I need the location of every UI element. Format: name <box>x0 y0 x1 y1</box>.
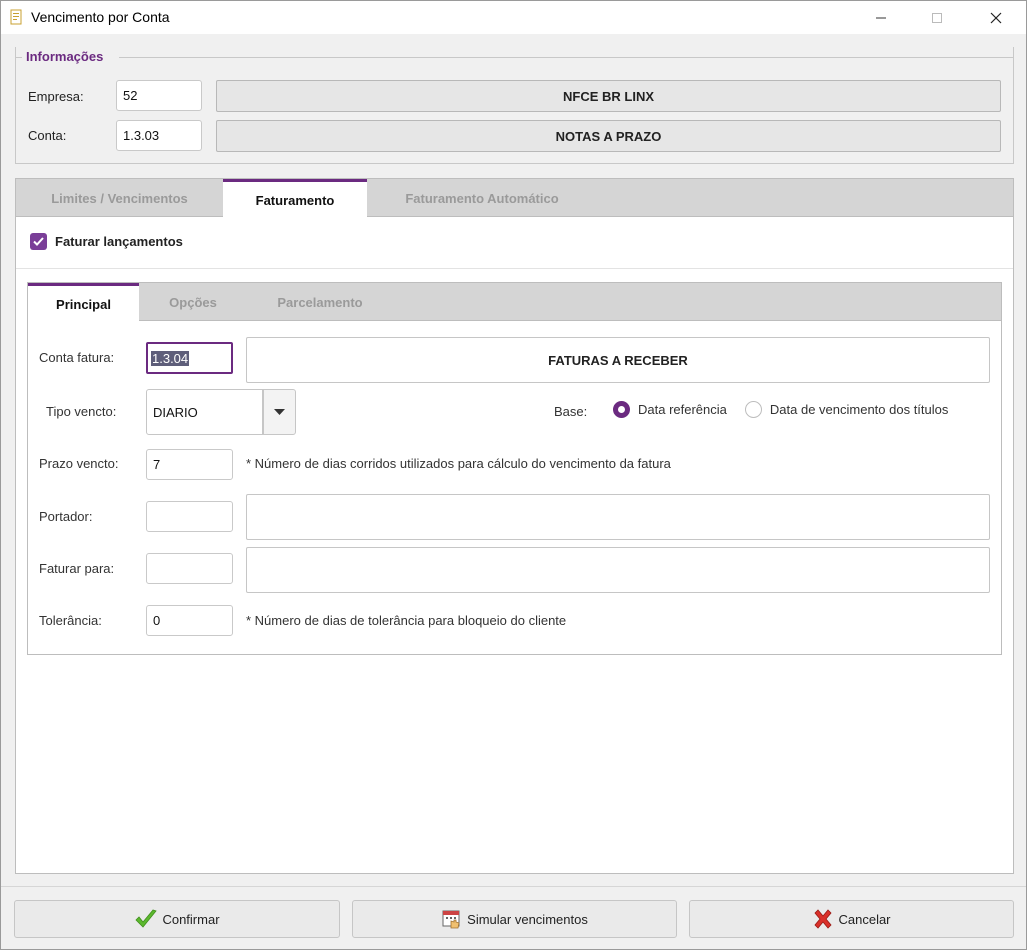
minimize-button[interactable] <box>858 1 904 34</box>
chevron-down-icon <box>274 409 285 415</box>
confirmar-label: Confirmar <box>162 911 220 927</box>
conta-name-display: NOTAS A PRAZO <box>216 120 1001 152</box>
radio-data-vencimento-titulos[interactable] <box>744 401 762 418</box>
tipo-vencto-select[interactable]: DIARIO <box>146 389 263 435</box>
prazo-vencto-label: Prazo vencto: <box>39 456 119 471</box>
document-icon <box>10 9 22 25</box>
maximize-icon <box>932 12 942 23</box>
separator <box>16 268 1013 269</box>
empresa-label: Empresa: <box>28 89 84 104</box>
tipo-vencto-label: Tipo vencto: <box>46 404 117 419</box>
tolerancia-label: Tolerância: <box>39 613 102 628</box>
info-group-title: Informações <box>26 49 104 64</box>
cancelar-label: Cancelar <box>838 911 891 927</box>
portador-name-display <box>246 494 990 540</box>
simular-vencimentos-label: Simular vencimentos <box>467 911 588 927</box>
confirmar-button[interactable]: Confirmar <box>14 900 340 938</box>
faturar-para-name-display <box>246 547 990 593</box>
window-title: Vencimento por Conta <box>31 9 170 25</box>
empresa-code-input[interactable]: 52 <box>116 80 202 111</box>
maximize-button[interactable] <box>914 1 960 34</box>
conta-fatura-code-text: 1.3.04 <box>151 350 190 366</box>
groupbox-border <box>15 57 16 164</box>
outer-tab-control: Limites / Vencimentos Faturamento Fatura… <box>15 178 1014 874</box>
conta-fatura-name-display: FATURAS A RECEBER <box>246 337 990 383</box>
close-icon <box>990 12 1002 23</box>
tab-faturamento[interactable]: Faturamento <box>223 179 367 218</box>
faturar-lancamentos-label: Faturar lançamentos <box>55 234 183 249</box>
base-radio-group: Data referência Data de vencimento dos t… <box>613 401 948 418</box>
calendar-hand-icon <box>441 908 463 930</box>
outer-tabstrip: Limites / Vencimentos Faturamento Fatura… <box>16 179 1013 218</box>
portador-label: Portador: <box>39 509 93 524</box>
tipo-vencto-dropdown-button[interactable] <box>263 389 296 435</box>
faturar-para-code-input[interactable] <box>146 553 233 584</box>
cancel-x-icon <box>812 908 834 930</box>
conta-fatura-code-input[interactable]: 1.3.04 <box>146 342 233 374</box>
inner-tabstrip: Principal Opções Parcelamento <box>28 283 1001 322</box>
empresa-name-display: NFCE BR LINX <box>216 80 1001 112</box>
checkbox-checked[interactable] <box>30 233 47 250</box>
cancelar-button[interactable]: Cancelar <box>689 900 1014 938</box>
inner-tab-control: Principal Opções Parcelamento Conta fatu… <box>27 282 1002 655</box>
tab-limites-vencimentos[interactable]: Limites / Vencimentos <box>16 179 223 217</box>
close-button[interactable] <box>973 1 1019 34</box>
tab-opcoes[interactable]: Opções <box>139 283 247 321</box>
tolerancia-hint: * Número de dias de tolerância para bloq… <box>246 613 567 628</box>
check-icon <box>33 237 44 246</box>
bottom-separator <box>1 886 1026 887</box>
main-window: Vencimento por Conta Informações Empresa… <box>0 0 1027 950</box>
conta-fatura-label: Conta fatura: <box>39 350 115 365</box>
tolerancia-input[interactable]: 0 <box>146 605 233 636</box>
tab-parcelamento[interactable]: Parcelamento <box>247 283 393 321</box>
tab-faturamento-automatico[interactable]: Faturamento Automático <box>367 179 597 217</box>
prazo-vencto-input[interactable]: 7 <box>146 449 233 480</box>
prazo-vencto-hint: * Número de dias corridos utilizados par… <box>246 456 671 471</box>
tab-principal[interactable]: Principal <box>28 283 139 322</box>
conta-label: Conta: <box>28 128 67 143</box>
faturar-para-label: Faturar para: <box>39 561 115 576</box>
minimize-icon <box>876 17 886 18</box>
radio-data-referencia[interactable] <box>613 401 630 418</box>
title-bar: Vencimento por Conta <box>1 1 1026 34</box>
conta-code-input[interactable]: 1.3.03 <box>116 120 202 151</box>
checkmark-icon <box>134 908 158 930</box>
base-label: Base: <box>554 404 588 419</box>
radio-data-vencimento-titulos-label[interactable]: Data de vencimento dos títulos <box>770 402 949 417</box>
portador-code-input[interactable] <box>146 501 233 532</box>
faturar-lancamentos-checkbox[interactable]: Faturar lançamentos <box>30 233 183 250</box>
radio-data-referencia-label[interactable]: Data referência <box>638 402 727 417</box>
simular-vencimentos-button[interactable]: Simular vencimentos <box>352 900 677 938</box>
